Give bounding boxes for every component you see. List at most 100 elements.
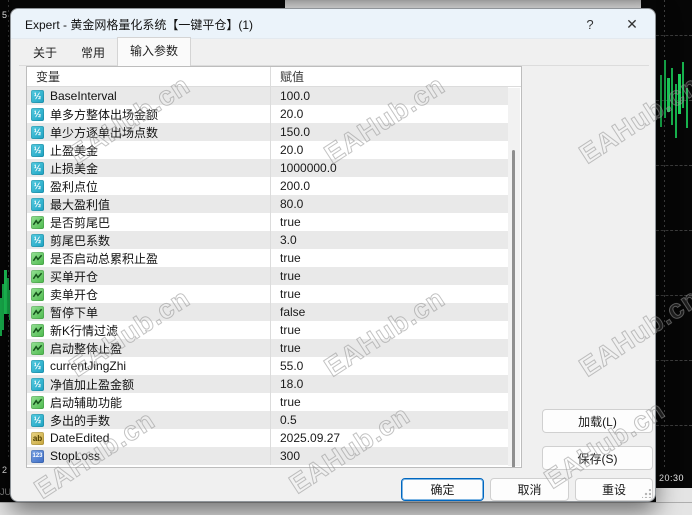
candlestick <box>671 68 673 125</box>
table-row[interactable]: ½ 最大盈利值 80.0 <box>27 195 508 213</box>
table-row[interactable]: ½ currentJingZhi 55.0 <box>27 357 508 375</box>
param-name: 止损美金 <box>50 161 99 176</box>
table-row[interactable]: ½ BaseInterval 100.0 <box>27 87 508 105</box>
param-type-double-icon: ½ <box>31 107 44 121</box>
param-name-cell: ½ 剪尾巴系数 <box>27 231 270 249</box>
param-value-cell[interactable]: 200.0 <box>270 177 508 195</box>
param-name-cell: 123 StopLoss <box>27 447 270 465</box>
param-value-cell[interactable]: 300 <box>270 447 508 465</box>
param-name-cell: ½ currentJingZhi <box>27 357 270 375</box>
param-name: 卖单开仓 <box>50 287 99 302</box>
param-value-cell[interactable]: true <box>270 285 508 303</box>
tab-inputs[interactable]: 输入参数 <box>117 37 192 66</box>
close-icon[interactable]: ✕ <box>619 12 645 36</box>
screen: 5 2 JUL 20:30 Expert - 黄金网格量化系统【一键平仓】(1)… <box>0 0 692 515</box>
table-row[interactable]: ½ 单多方整体出场金额 20.0 <box>27 105 508 123</box>
save-button[interactable]: 保存(S) <box>542 446 653 470</box>
table-row[interactable]: ½ 多出的手数 0.5 <box>27 411 508 429</box>
param-name: DateEdited <box>50 431 110 445</box>
param-name-cell: ½ BaseInterval <box>27 87 270 105</box>
param-value-cell[interactable]: true <box>270 213 508 231</box>
table-row[interactable]: ½ 净值加止盈金额 18.0 <box>27 375 508 393</box>
chart-footer-strip <box>656 488 692 502</box>
param-value-cell[interactable]: true <box>270 267 508 285</box>
dialog-titlebar[interactable]: Expert - 黄金网格量化系统【一键平仓】(1) ? ✕ <box>11 9 655 39</box>
param-name-cell: 新K行情过滤 <box>27 321 270 339</box>
param-name-cell: ½ 净值加止盈金额 <box>27 375 270 393</box>
param-value-cell[interactable]: true <box>270 393 508 411</box>
param-name: 是否启动总累积止盈 <box>50 251 159 266</box>
column-header-value[interactable]: 赋值 <box>270 67 521 86</box>
table-row[interactable]: 新K行情过滤 true <box>27 321 508 339</box>
param-type-double-icon: ½ <box>31 161 44 175</box>
table-row[interactable]: 启动辅助功能 true <box>27 393 508 411</box>
table-row[interactable]: 123 StopLoss 300 <box>27 447 508 465</box>
param-type-bool-icon <box>31 323 44 337</box>
table-row[interactable]: 是否剪尾巴 true <box>27 213 508 231</box>
param-name: 盈利点位 <box>50 179 99 194</box>
price-scale-label: 5 <box>2 10 8 20</box>
candlestick <box>660 75 662 127</box>
table-row[interactable]: 卖单开仓 true <box>27 285 508 303</box>
table-row[interactable]: ab DateEdited 2025.09.27 <box>27 429 508 447</box>
param-type-int-icon: 123 <box>31 449 44 463</box>
param-value-cell[interactable]: 20.0 <box>270 105 508 123</box>
param-name-cell: ½ 止损美金 <box>27 159 270 177</box>
param-value-cell[interactable]: 18.0 <box>270 375 508 393</box>
param-value-cell[interactable]: 1000000.0 <box>270 159 508 177</box>
param-name-cell: ½ 盈利点位 <box>27 177 270 195</box>
chart-grid-hline <box>656 425 692 426</box>
param-value-cell[interactable]: true <box>270 321 508 339</box>
table-row[interactable]: ½ 盈利点位 200.0 <box>27 177 508 195</box>
param-name: 暂停下单 <box>50 305 99 320</box>
param-name-cell: 是否启动总累积止盈 <box>27 249 270 267</box>
scrollbar-track[interactable] <box>508 88 520 467</box>
tab-bar: 关于 常用 输入参数 <box>21 37 192 66</box>
param-value-cell[interactable]: 20.0 <box>270 141 508 159</box>
cancel-button[interactable]: 取消 <box>490 478 569 501</box>
param-value-cell[interactable]: 55.0 <box>270 357 508 375</box>
tab-about[interactable]: 关于 <box>21 40 69 66</box>
param-value-cell[interactable]: false <box>270 303 508 321</box>
table-row[interactable]: 是否启动总累积止盈 true <box>27 249 508 267</box>
param-name: StopLoss <box>50 449 101 463</box>
table-row[interactable]: 买单开仓 true <box>27 267 508 285</box>
param-name: 启动辅助功能 <box>50 395 123 410</box>
param-name: 净值加止盈金额 <box>50 377 135 392</box>
param-name-cell: ½ 最大盈利值 <box>27 195 270 213</box>
table-row[interactable]: ½ 剪尾巴系数 3.0 <box>27 231 508 249</box>
param-type-double-icon: ½ <box>31 233 44 247</box>
tab-common[interactable]: 常用 <box>69 40 117 66</box>
param-value-cell[interactable]: 2025.09.27 <box>270 429 508 447</box>
param-name: BaseInterval <box>50 89 117 103</box>
column-header-variable[interactable]: 变量 <box>27 67 270 86</box>
candlestick <box>664 60 666 118</box>
param-name-cell: 买单开仓 <box>27 267 270 285</box>
param-value-cell[interactable]: 80.0 <box>270 195 508 213</box>
table-row[interactable]: ½ 单少方逐单出场点数 150.0 <box>27 123 508 141</box>
param-value-cell[interactable]: true <box>270 339 508 357</box>
table-row[interactable]: 暂停下单 false <box>27 303 508 321</box>
help-button[interactable]: ? <box>577 12 603 36</box>
candlestick <box>686 88 688 128</box>
param-name-cell: ½ 止盈美金 <box>27 141 270 159</box>
table-row[interactable]: 启动整体止盈 true <box>27 339 508 357</box>
scrollbar-thumb[interactable] <box>512 150 515 467</box>
chart-grid-vline <box>8 0 9 460</box>
param-value-cell[interactable]: 150.0 <box>270 123 508 141</box>
param-value-cell[interactable]: 0.5 <box>270 411 508 429</box>
param-value-cell[interactable]: 3.0 <box>270 231 508 249</box>
param-type-double-icon: ½ <box>31 125 44 139</box>
param-name-cell: 是否剪尾巴 <box>27 213 270 231</box>
table-row[interactable]: ½ 止盈美金 20.0 <box>27 141 508 159</box>
resize-grip-icon[interactable] <box>642 489 651 498</box>
load-button[interactable]: 加载(L) <box>542 409 653 433</box>
table-row[interactable]: ½ 止损美金 1000000.0 <box>27 159 508 177</box>
param-name-cell: ½ 单少方逐单出场点数 <box>27 123 270 141</box>
param-value-cell[interactable]: true <box>270 249 508 267</box>
chart-grid-hline <box>656 360 692 361</box>
param-name: 最大盈利值 <box>50 197 111 212</box>
param-value-cell[interactable]: 100.0 <box>270 87 508 105</box>
ok-button[interactable]: 确定 <box>401 478 484 501</box>
param-type-double-icon: ½ <box>31 89 44 103</box>
